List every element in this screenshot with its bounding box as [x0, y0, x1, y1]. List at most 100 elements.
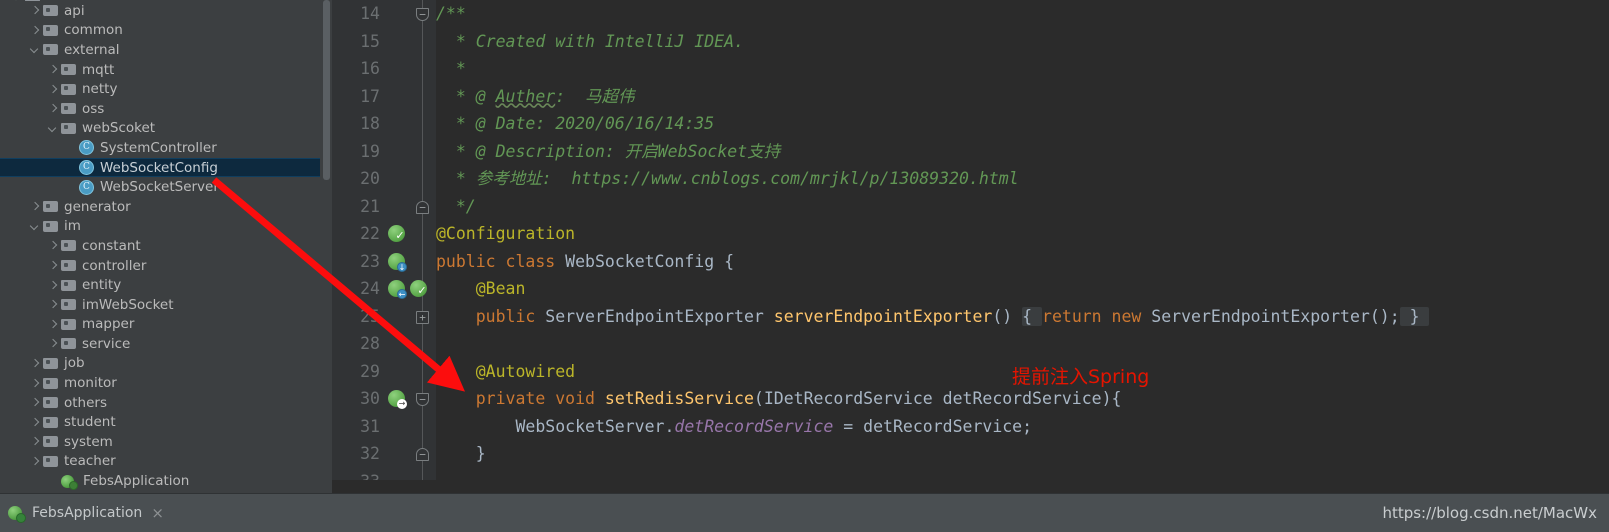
tree-item-service[interactable]: service — [0, 334, 320, 354]
run-tool-window-tab[interactable]: FebsApplication × — [8, 504, 164, 522]
folder-icon — [43, 220, 58, 233]
code-line[interactable]: */ — [436, 193, 1609, 221]
folder-icon — [61, 298, 76, 311]
chevron-right-icon[interactable] — [46, 83, 59, 96]
tree-item-label: oss — [81, 101, 104, 117]
close-icon[interactable]: × — [151, 504, 164, 522]
gutter-bean-class-icon[interactable]: ↓ — [388, 253, 405, 270]
line-number: 17 — [332, 83, 380, 111]
code-fold-toggle[interactable]: − — [416, 201, 429, 214]
tree-item-common[interactable]: common — [0, 21, 320, 41]
tree-item-external[interactable]: external — [0, 40, 320, 60]
code-line[interactable]: * Created with IntelliJ IDEA. — [436, 28, 1609, 56]
sidebar-scrollbar-thumb[interactable] — [323, 0, 330, 180]
folder-icon — [43, 4, 58, 17]
code-token: * @ Date: 2020/06/16/14:35 — [436, 114, 714, 133]
chevron-down-icon[interactable] — [28, 220, 41, 233]
chevron-down-icon[interactable] — [28, 43, 41, 56]
code-fold-toggle[interactable]: − — [416, 448, 429, 461]
chevron-right-icon[interactable] — [46, 259, 59, 272]
tree-item-monitor[interactable]: monitor — [0, 373, 320, 393]
code-token: @Autowired — [436, 362, 575, 381]
tree-item-imwebsocket[interactable]: imWebSocket — [0, 295, 320, 315]
tree-item-netty[interactable]: netty — [0, 79, 320, 99]
tree-item-systemcontroller[interactable]: CSystemController — [0, 138, 320, 158]
code-text-area[interactable]: /** * Created with IntelliJ IDEA. * * @ … — [436, 0, 1609, 493]
code-fold-toggle[interactable]: + — [416, 311, 429, 324]
tree-item-system[interactable]: system — [0, 432, 320, 452]
chevron-right-icon[interactable] — [28, 200, 41, 213]
code-line[interactable]: * 参考地址: https://www.cnblogs.com/mrjkl/p/… — [436, 165, 1609, 193]
tree-item-mapper[interactable]: mapper — [0, 315, 320, 335]
tree-item-mqtt[interactable]: mqtt — [0, 60, 320, 80]
code-line[interactable]: WebSocketServer.detRecordService = detRe… — [436, 413, 1609, 441]
chevron-down-icon[interactable] — [46, 122, 59, 135]
chevron-right-icon[interactable] — [28, 4, 41, 17]
chevron-right-icon[interactable] — [28, 435, 41, 448]
code-line[interactable]: } — [436, 440, 1609, 468]
code-token: : 马超伟 — [555, 87, 634, 106]
code-line[interactable]: private void setRedisService(IDetRecordS… — [436, 385, 1609, 413]
code-line[interactable]: public ServerEndpointExporter serverEndp… — [436, 303, 1609, 331]
tree-item-label: entity — [81, 277, 121, 293]
code-token: public — [436, 252, 506, 271]
gutter-bean-check-icon[interactable]: ✓ — [388, 225, 405, 242]
tree-item-websocketconfig[interactable]: CWebSocketConfig — [0, 158, 320, 178]
chevron-right-icon[interactable] — [46, 279, 59, 292]
tree-item-api[interactable]: api — [0, 1, 320, 21]
code-token: return new — [1042, 307, 1151, 326]
code-line[interactable]: @Configuration — [436, 220, 1609, 248]
code-line[interactable]: /** — [436, 0, 1609, 28]
chevron-right-icon[interactable] — [46, 318, 59, 331]
tree-item-websocketserver[interactable]: CWebSocketServer — [0, 177, 320, 197]
chevron-right-icon[interactable] — [28, 24, 41, 37]
tree-item-student[interactable]: student — [0, 412, 320, 432]
tree-item-teacher[interactable]: teacher — [0, 452, 320, 472]
chevron-right-icon[interactable] — [46, 63, 59, 76]
chevron-right-icon[interactable] — [28, 377, 41, 390]
code-fold-toggle[interactable]: − — [416, 8, 429, 21]
code-line[interactable]: @Bean — [436, 275, 1609, 303]
gutter-line: 14 − — [332, 0, 436, 28]
folder-icon — [61, 83, 76, 96]
code-line[interactable]: public class WebSocketConfig { — [436, 248, 1609, 276]
code-line[interactable]: * @ Date: 2020/06/16/14:35 — [436, 110, 1609, 138]
gutter-line: 20 — [332, 165, 436, 193]
gutter-bean-nav-icon[interactable]: ← — [388, 280, 405, 297]
tree-item-oss[interactable]: oss — [0, 99, 320, 119]
tree-item-controller[interactable]: controller — [0, 256, 320, 276]
tree-spacer — [64, 161, 77, 174]
chevron-right-icon[interactable] — [28, 455, 41, 468]
code-line[interactable]: * @ Description: 开启WebSocket支持 — [436, 138, 1609, 166]
chevron-right-icon[interactable] — [46, 298, 59, 311]
tree-item-webscoket[interactable]: webScoket — [0, 119, 320, 139]
gutter-line: 21− — [332, 193, 436, 221]
tree-item-im[interactable]: im — [0, 217, 320, 237]
gutter-bean-check-icon[interactable]: ✓ — [410, 280, 427, 297]
code-line[interactable]: * @ Auther: 马超伟 — [436, 83, 1609, 111]
java-class-icon: C — [79, 180, 94, 195]
tree-item-constant[interactable]: constant — [0, 236, 320, 256]
chevron-right-icon[interactable] — [46, 239, 59, 252]
chevron-right-icon[interactable] — [46, 337, 59, 350]
tree-item-febsapplication[interactable]: FebsApplication — [0, 471, 320, 491]
tree-item-others[interactable]: others — [0, 393, 320, 413]
chevron-right-icon[interactable] — [28, 396, 41, 409]
chevron-right-icon[interactable] — [46, 102, 59, 115]
editor-gutter[interactable]: 14−15161718192021−22✓23↓24←✓25+282930→−3… — [332, 0, 436, 493]
sidebar-scrollbar[interactable] — [322, 0, 331, 493]
line-number: 14 — [332, 0, 380, 28]
code-token: (IDetRecordService detRecordService){ — [754, 389, 1122, 408]
tree-item-generator[interactable]: generator — [0, 197, 320, 217]
code-fold-toggle[interactable]: − — [416, 393, 429, 406]
chevron-right-icon[interactable] — [28, 416, 41, 429]
chevron-right-icon[interactable] — [28, 357, 41, 370]
tree-item-job[interactable]: job — [0, 354, 320, 374]
code-editor[interactable]: 14−15161718192021−22✓23↓24←✓25+282930→−3… — [332, 0, 1609, 493]
tree-item-label: mapper — [81, 316, 134, 332]
code-line[interactable] — [436, 330, 1609, 358]
tree-item-entity[interactable]: entity — [0, 275, 320, 295]
code-line[interactable]: * — [436, 55, 1609, 83]
project-tool-window[interactable]: cc.mrbird.febsapicommonexternalmqttnetty… — [0, 0, 320, 493]
gutter-bean-arrow-icon[interactable]: → — [388, 390, 405, 407]
